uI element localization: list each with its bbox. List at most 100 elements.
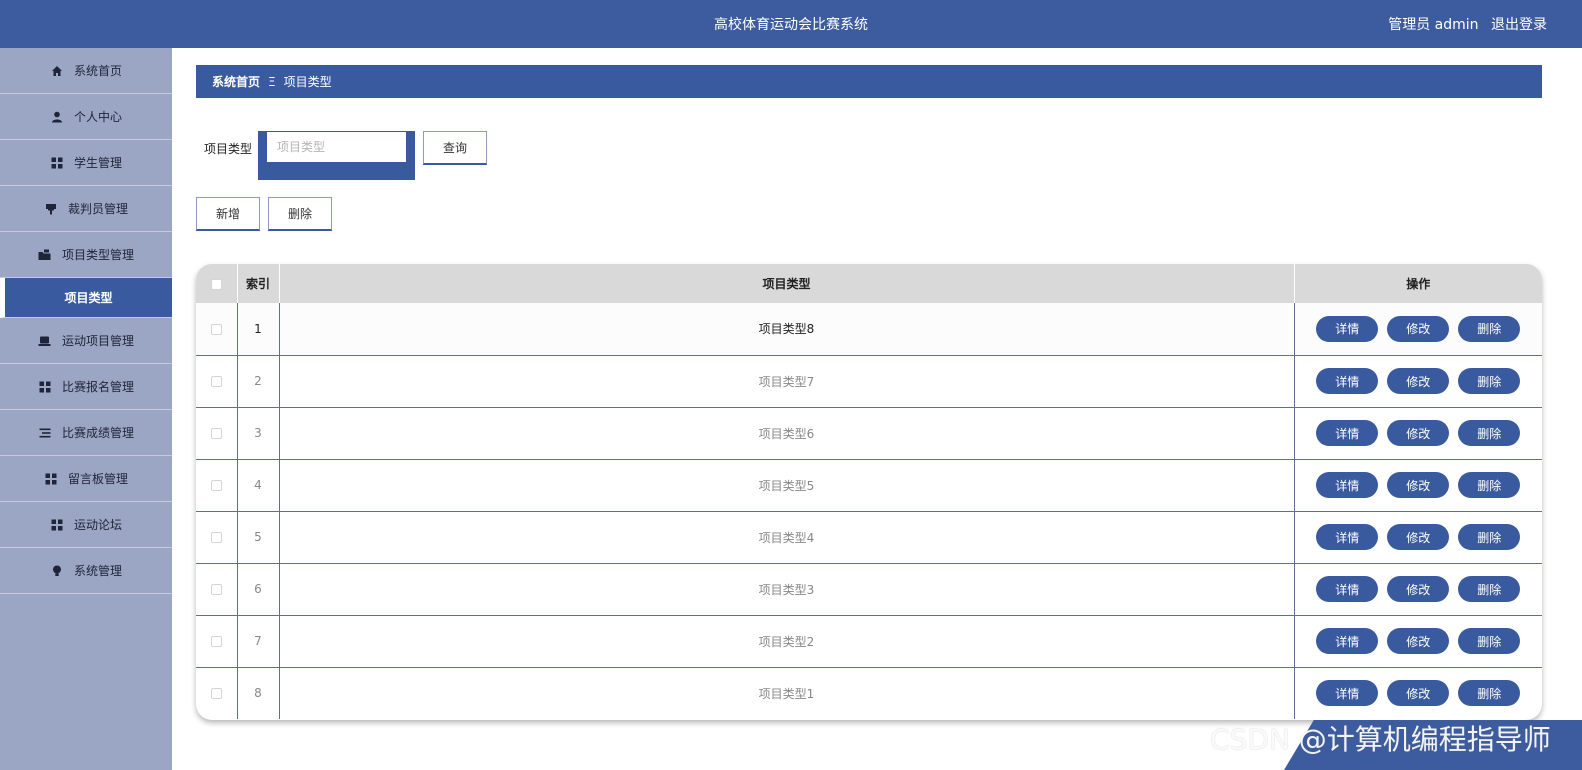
edit-button[interactable]: 修改 [1387, 628, 1450, 654]
list-icon [38, 426, 52, 440]
row-select-cell [196, 667, 238, 719]
user-role: 管理员 admin [1388, 17, 1479, 33]
select-all-checkbox[interactable] [210, 278, 222, 290]
sidebar-item-label: 系统管理 [73, 564, 122, 578]
edit-button[interactable]: 修改 [1387, 576, 1450, 602]
delete-button[interactable]: 删除 [1458, 420, 1521, 446]
sidebar-item-label: 运动项目管理 [61, 334, 134, 348]
detail-button[interactable]: 详情 [1316, 628, 1379, 654]
row-index: 2 [237, 355, 280, 407]
sidebar-item-project-type-mgmt[interactable]: 项目类型管理 [0, 232, 172, 278]
row-type: 项目类型5 [279, 459, 1295, 511]
grid-icon [44, 472, 58, 486]
row-checkbox[interactable] [210, 688, 222, 700]
column-header-type: 项目类型 [279, 264, 1295, 303]
row-checkbox[interactable] [210, 323, 222, 335]
sidebar-item-message-board[interactable]: 留言板管理 [0, 456, 172, 502]
row-type: 项目类型1 [279, 667, 1295, 719]
detail-button[interactable]: 详情 [1316, 680, 1379, 707]
sidebar-item-results[interactable]: 比赛成绩管理 [0, 410, 172, 456]
detail-button[interactable]: 详情 [1316, 472, 1379, 498]
edit-button[interactable]: 修改 [1387, 315, 1450, 342]
delete-button[interactable]: 删除 [1458, 576, 1521, 602]
row-type: 项目类型6 [279, 407, 1295, 459]
user-icon [50, 110, 64, 124]
search-field-wrapper [258, 131, 415, 180]
detail-button[interactable]: 详情 [1316, 524, 1379, 550]
edit-button[interactable]: 修改 [1387, 524, 1450, 550]
row-index: 8 [237, 667, 280, 719]
row-checkbox[interactable] [210, 428, 222, 439]
row-checkbox[interactable] [210, 532, 222, 543]
column-header-index: 索引 [237, 264, 280, 303]
row-actions: 详情 修改 删除 [1294, 459, 1542, 511]
top-header: 高校体育运动会比赛系统 管理员 admin 退出登录 [0, 0, 1582, 48]
sidebar-item-referees[interactable]: 裁判员管理 [0, 186, 172, 232]
row-actions: 详情 修改 删除 [1294, 511, 1542, 563]
logout-link[interactable]: 退出登录 [1491, 17, 1547, 33]
row-checkbox[interactable] [210, 376, 222, 387]
sidebar-subitem-project-type[interactable]: 项目类型 [0, 278, 172, 318]
detail-button[interactable]: 详情 [1316, 315, 1379, 342]
folder-icon [38, 248, 52, 262]
edit-button[interactable]: 修改 [1387, 472, 1450, 498]
breadcrumb: 系统首页 Ξ 项目类型 [196, 65, 1542, 98]
edit-button[interactable]: 修改 [1387, 368, 1450, 394]
sidebar-item-students[interactable]: 学生管理 [0, 140, 172, 186]
sidebar-item-system[interactable]: 系统管理 [0, 548, 172, 594]
laptop-icon [38, 334, 52, 348]
delete-button[interactable]: 删除 [1458, 680, 1521, 707]
sidebar-item-forum[interactable]: 运动论坛 [0, 502, 172, 548]
sidebar-item-label: 比赛报名管理 [61, 380, 134, 394]
sidebar-item-registration[interactable]: 比赛报名管理 [0, 364, 172, 410]
bulb-icon [50, 564, 64, 578]
row-select-cell [196, 459, 238, 511]
row-checkbox[interactable] [210, 636, 222, 647]
row-index: 4 [237, 459, 280, 511]
row-type: 项目类型8 [279, 303, 1295, 355]
sidebar-item-profile[interactable]: 个人中心 [0, 94, 172, 140]
add-button[interactable]: 新增 [196, 197, 260, 231]
row-actions: 详情 修改 删除 [1294, 407, 1542, 459]
detail-button[interactable]: 详情 [1316, 576, 1379, 602]
sidebar-item-label: 留言板管理 [67, 472, 128, 486]
search-input[interactable] [267, 132, 406, 162]
batch-delete-button[interactable]: 删除 [268, 197, 332, 231]
detail-button[interactable]: 详情 [1316, 368, 1379, 394]
delete-button[interactable]: 删除 [1458, 368, 1521, 394]
column-header-actions: 操作 [1406, 277, 1431, 291]
table-row: 8 项目类型1 详情 修改 删除 [196, 667, 1542, 719]
delete-button[interactable]: 删除 [1458, 472, 1521, 498]
row-checkbox[interactable] [210, 480, 222, 491]
row-type: 项目类型3 [279, 563, 1295, 615]
row-actions: 详情 修改 删除 [1294, 303, 1542, 355]
delete-button[interactable]: 删除 [1458, 628, 1521, 654]
table-row: 4 项目类型5 详情 修改 删除 [196, 459, 1542, 511]
row-select-cell [196, 615, 238, 667]
user-area: 管理员 admin 退出登录 [1380, 14, 1547, 34]
sidebar-item-label: 系统首页 [73, 64, 122, 78]
sidebar-item-label: 比赛成绩管理 [61, 426, 134, 440]
row-select-cell [196, 563, 238, 615]
app-title: 高校体育运动会比赛系统 [714, 17, 868, 33]
breadcrumb-home[interactable]: 系统首页 [212, 73, 260, 90]
row-index: 6 [237, 563, 280, 615]
row-type: 项目类型7 [279, 355, 1295, 407]
delete-button[interactable]: 删除 [1458, 315, 1521, 342]
edit-button[interactable]: 修改 [1387, 680, 1450, 707]
query-button[interactable]: 查询 [423, 131, 487, 165]
row-select-cell [196, 511, 238, 563]
row-index: 7 [237, 615, 280, 667]
detail-button[interactable]: 详情 [1316, 420, 1379, 446]
row-checkbox[interactable] [210, 584, 222, 595]
delete-button[interactable]: 删除 [1458, 524, 1521, 550]
row-index: 5 [237, 511, 280, 563]
sidebar-item-home[interactable]: 系统首页 [0, 48, 172, 94]
search-label: 项目类型 [204, 142, 253, 156]
edit-button[interactable]: 修改 [1387, 420, 1450, 446]
table-row: 6 项目类型3 详情 修改 删除 [196, 563, 1542, 615]
row-index: 3 [237, 407, 280, 459]
main-content: 系统首页 Ξ 项目类型 项目类型 查询 新增 删除 索引 项目类型 操作 1项目… [172, 48, 1582, 770]
sidebar-item-sports-projects[interactable]: 运动项目管理 [0, 318, 172, 364]
row-type: 项目类型4 [279, 511, 1295, 563]
